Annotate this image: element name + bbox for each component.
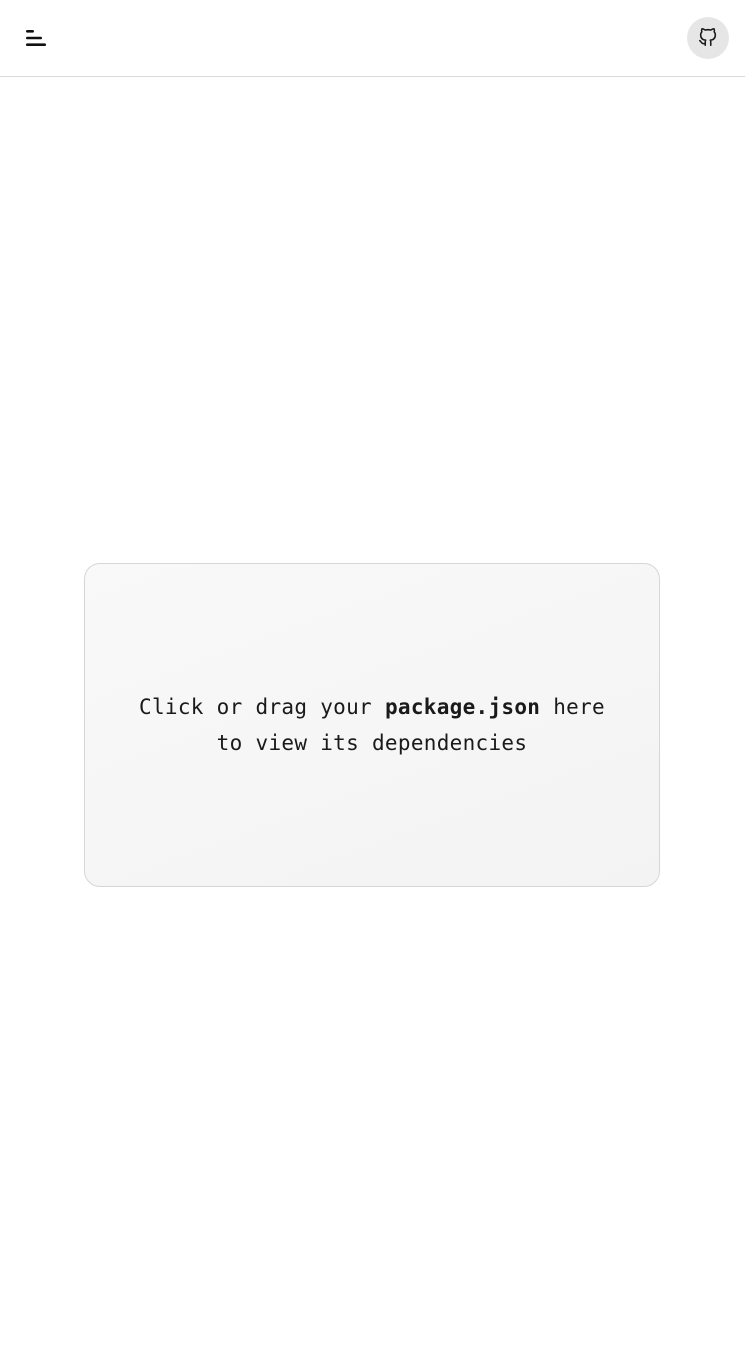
dropzone-text-prefix: Click or drag your bbox=[139, 695, 385, 719]
menu-icon bbox=[18, 20, 54, 56]
dropzone-text-suffix: here bbox=[540, 695, 605, 719]
github-button[interactable] bbox=[687, 17, 729, 59]
dropzone-filename: package.json bbox=[384, 695, 541, 719]
package-json-dropzone[interactable]: Click or drag your package.json here to … bbox=[84, 563, 660, 887]
dropzone-instructions: Click or drag your package.json here to … bbox=[139, 689, 605, 761]
dropzone-text-line2: to view its dependencies bbox=[216, 731, 528, 755]
top-bar bbox=[0, 0, 745, 77]
menu-button[interactable] bbox=[18, 20, 54, 56]
github-icon bbox=[697, 26, 719, 51]
